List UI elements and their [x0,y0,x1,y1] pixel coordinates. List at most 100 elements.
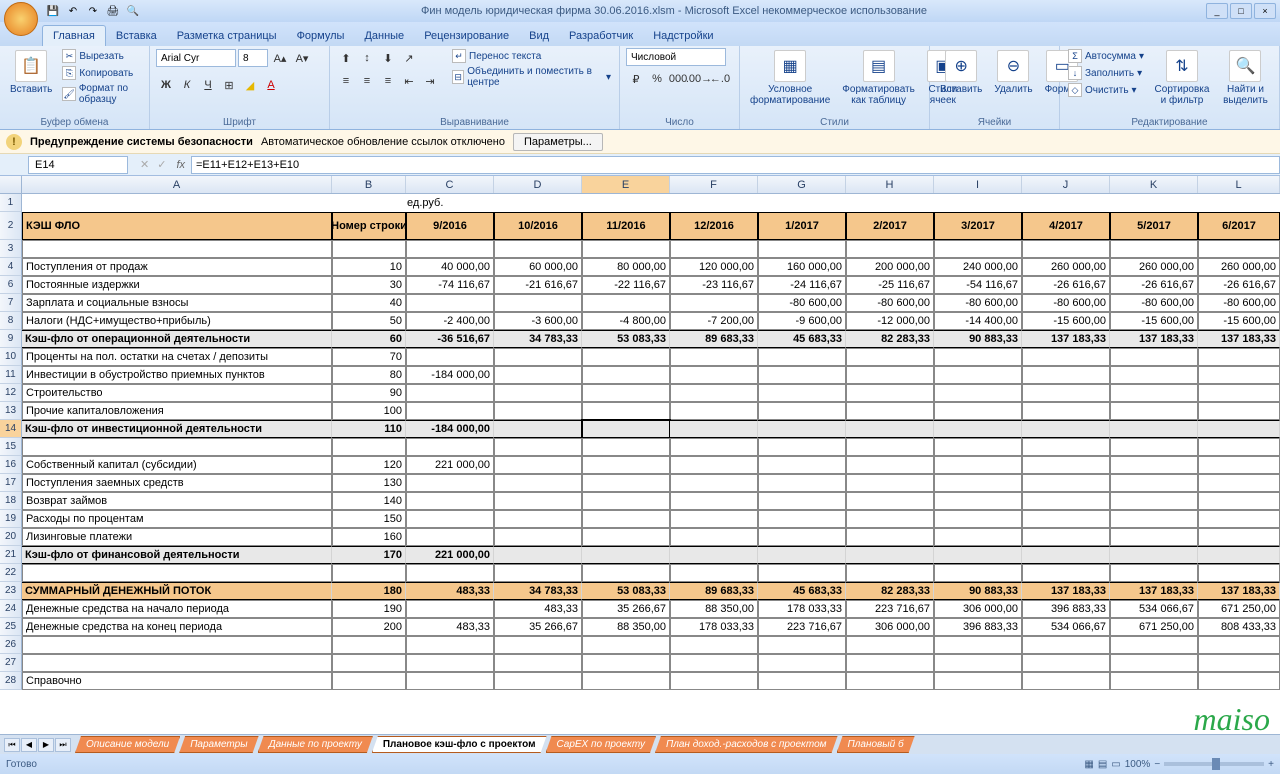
cell[interactable]: СУММАРНЫЙ ДЕНЕЖНЫЙ ПОТОК [22,582,332,600]
cell[interactable]: Строительство [22,384,332,402]
cell[interactable]: 34 783,33 [494,330,582,348]
cell[interactable] [494,492,582,510]
row-header[interactable]: 9 [0,330,22,348]
cell[interactable] [934,474,1022,492]
row-header[interactable]: 14 [0,420,22,438]
autosum-button[interactable]: ΣАвтосумма ▾ [1066,48,1146,64]
sheet-next-icon[interactable]: ▶ [38,738,54,752]
cell[interactable] [934,672,1022,690]
cell[interactable] [330,194,404,212]
row-header[interactable]: 23 [0,582,22,600]
cell[interactable] [1110,348,1198,366]
cell[interactable] [846,366,934,384]
cell[interactable]: 88 350,00 [670,600,758,618]
cell[interactable]: Постоянные издержки [22,276,332,294]
cell[interactable] [934,564,1022,582]
cell[interactable] [406,672,494,690]
cell[interactable]: 221 000,00 [406,546,494,564]
underline-button[interactable]: Ч [198,75,218,95]
cell[interactable] [670,636,758,654]
fill-button[interactable]: ↓Заполнить ▾ [1066,65,1146,81]
cell[interactable] [1022,474,1110,492]
column-header[interactable]: J [1022,176,1110,193]
cell[interactable] [670,672,758,690]
ribbon-tab[interactable]: Данные [354,26,414,46]
cell[interactable]: Справочно [22,672,332,690]
cell[interactable]: -80 600,00 [1110,294,1198,312]
cell[interactable]: Лизинговые платежи [22,528,332,546]
preview-icon[interactable]: 🔍 [124,2,142,20]
cell[interactable]: 178 033,33 [758,600,846,618]
ribbon-tab[interactable]: Разработчик [559,26,643,46]
align-top-icon[interactable]: ⬆ [336,48,356,68]
number-format-select[interactable] [626,48,726,66]
cell[interactable] [934,654,1022,672]
row-header[interactable]: 15 [0,438,22,456]
cell[interactable] [846,420,934,438]
cell[interactable]: -54 116,67 [934,276,1022,294]
cell[interactable] [406,510,494,528]
cell[interactable]: -74 116,67 [406,276,494,294]
cell[interactable] [1022,510,1110,528]
cell[interactable] [494,438,582,456]
row-header[interactable]: 22 [0,564,22,582]
cell[interactable] [758,348,846,366]
cell[interactable]: Зарплата и социальные взносы [22,294,332,312]
cancel-formula-icon[interactable]: ✕ [136,158,153,171]
zoom-level[interactable]: 100% [1125,759,1151,770]
cell[interactable] [406,240,494,258]
cell[interactable] [846,510,934,528]
column-header[interactable]: I [934,176,1022,193]
cell[interactable]: -26 616,67 [1022,276,1110,294]
cell[interactable]: 35 266,67 [494,618,582,636]
cell[interactable]: 82 283,33 [846,330,934,348]
cell[interactable]: 9/2016 [406,212,494,240]
cell[interactable]: 89 683,33 [670,582,758,600]
cell[interactable] [670,366,758,384]
column-header[interactable]: D [494,176,582,193]
cell[interactable] [670,474,758,492]
cell[interactable] [22,194,331,212]
cell[interactable] [332,438,406,456]
cell[interactable]: 396 883,33 [1022,600,1110,618]
cell[interactable] [1198,438,1280,456]
cell[interactable] [1022,546,1110,564]
cell[interactable] [670,456,758,474]
cell[interactable] [934,492,1022,510]
cell[interactable]: 260 000,00 [1198,258,1280,276]
wrap-text-button[interactable]: ↵Перенос текста [450,48,613,64]
cell[interactable] [494,240,582,258]
cell[interactable] [582,474,670,492]
cell[interactable] [758,564,846,582]
cell[interactable] [1022,564,1110,582]
cell[interactable] [406,294,494,312]
cell[interactable] [1110,240,1198,258]
row-header[interactable]: 10 [0,348,22,366]
cell[interactable] [1110,420,1198,438]
cell[interactable]: -25 116,67 [846,276,934,294]
cell[interactable] [1110,510,1198,528]
cell[interactable] [22,240,332,258]
cell[interactable] [582,348,670,366]
cell[interactable]: 306 000,00 [934,600,1022,618]
cell[interactable]: -7 200,00 [670,312,758,330]
cell[interactable] [846,546,934,564]
cell[interactable]: 40 [332,294,406,312]
minimize-button[interactable]: _ [1206,3,1228,19]
spreadsheet-grid[interactable]: ABCDEFGHIJKL 1ед.руб.2КЭШ ФЛОНомер строк… [0,176,1280,734]
cell[interactable]: 80 [332,366,406,384]
cell[interactable] [492,194,580,212]
cell[interactable]: 45 683,33 [758,582,846,600]
cell[interactable]: 60 000,00 [494,258,582,276]
cell[interactable]: 483,33 [406,582,494,600]
cell[interactable] [846,654,934,672]
cell[interactable]: -2 400,00 [406,312,494,330]
cell[interactable] [1198,564,1280,582]
cell[interactable]: 80 000,00 [582,258,670,276]
cell[interactable] [1110,492,1198,510]
cell[interactable] [494,456,582,474]
cell[interactable]: 60 [332,330,406,348]
cell[interactable] [934,366,1022,384]
row-header[interactable]: 19 [0,510,22,528]
delete-button[interactable]: ⊖Удалить [990,48,1036,97]
